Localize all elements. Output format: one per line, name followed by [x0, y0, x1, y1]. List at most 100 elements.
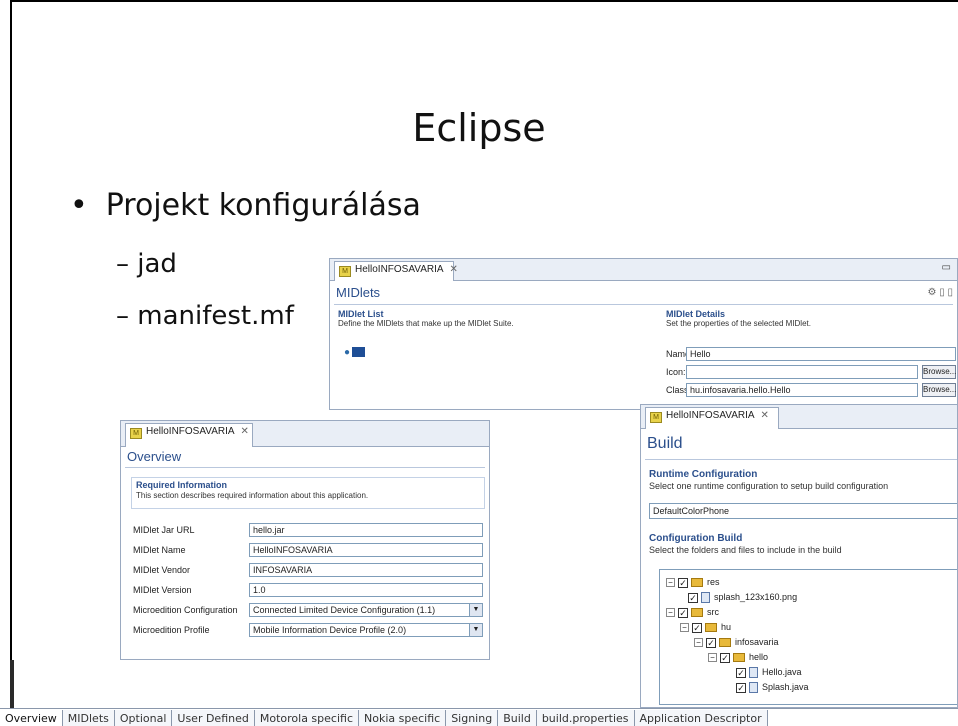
tree-item[interactable]: − ✓ infosavaria [694, 636, 779, 649]
tab-build[interactable]: Build [498, 710, 537, 726]
jad-file-icon: M [130, 428, 142, 439]
tree-item[interactable]: ✓ splash_123x160.png [688, 591, 797, 604]
tree-item-label: Splash.java [762, 682, 809, 692]
config-heading: Configuration Build [649, 533, 743, 544]
midlet-name-label: MIDlet Name [133, 545, 186, 555]
profile-value: Mobile Information Device Profile (2.0) [249, 623, 483, 637]
editor-tabbar: M HelloINFOSAVARIA ✕ [121, 421, 489, 447]
sub-item-manifest: – manifest.mf [116, 301, 294, 331]
tree-item[interactable]: − ✓ hu [680, 621, 731, 634]
checkbox-checked-icon[interactable]: ✓ [736, 667, 746, 678]
tab-label: HelloINFOSAVARIA [146, 426, 235, 437]
tab-optional[interactable]: Optional [114, 710, 173, 726]
slide-frame-top [10, 0, 958, 2]
collapse-icon[interactable]: − [666, 608, 675, 618]
collapse-icon[interactable]: − [680, 623, 689, 633]
tab-signing[interactable]: Signing [446, 710, 499, 726]
folder-icon [691, 608, 703, 618]
editor-tab[interactable]: M HelloINFOSAVARIA ✕ [645, 407, 779, 429]
sub-item-jad: – jad [116, 249, 177, 279]
page-title: MIDlets [336, 285, 381, 300]
slide-frame-left [10, 0, 12, 670]
jar-url-label: MIDlet Jar URL [133, 525, 195, 535]
tree-item[interactable]: ✓ Splash.java [736, 681, 809, 694]
checkbox-checked-icon[interactable]: ✓ [688, 592, 698, 603]
tree-item[interactable]: − ✓ hello [708, 651, 768, 664]
browse-class-button[interactable]: Browse... [922, 383, 956, 397]
checkbox-checked-icon[interactable]: ✓ [678, 577, 688, 588]
icon-label: Icon: [666, 367, 686, 377]
tree-item[interactable]: − ✓ res [666, 576, 720, 589]
minimize-icon[interactable]: ▭ [942, 262, 951, 273]
editor-tab[interactable]: M HelloINFOSAVARIA ✕ [334, 261, 458, 281]
runtime-select[interactable]: DefaultColorPhone [649, 503, 957, 519]
name-field[interactable]: Hello [686, 347, 956, 361]
overview-editor-panel: M HelloINFOSAVARIA ✕ Overview Required Inf… [120, 420, 490, 660]
tree-item-label: hu [721, 622, 732, 632]
icon-field[interactable] [686, 365, 918, 379]
midlet-details-heading: MIDlet Details [666, 309, 726, 319]
folder-icon [719, 638, 731, 648]
midlet-version-field[interactable]: 1.0 [249, 583, 483, 597]
tab-build-properties[interactable]: build.properties [536, 710, 635, 726]
editor-page-tabs: Overview MIDlets Optional User Defined Motor… [0, 708, 958, 726]
page-title: Build [647, 435, 683, 452]
runtime-heading: Runtime Configuration [649, 469, 758, 480]
editor-tabbar: M HelloINFOSAVARIA ✕ ▭ [330, 259, 957, 281]
midlet-vendor-field[interactable]: INFOSAVARIA [249, 563, 483, 577]
tab-label: HelloINFOSAVARIA [666, 410, 755, 421]
midlet-name-field[interactable]: HelloINFOSAVARIA [249, 543, 483, 557]
profile-select[interactable]: Mobile Information Device Profile (2.0) … [249, 623, 483, 637]
jad-file-icon: M [339, 266, 351, 277]
chevron-down-icon[interactable]: ▼ [469, 604, 482, 616]
checkbox-checked-icon[interactable]: ✓ [706, 637, 716, 648]
checkbox-checked-icon[interactable]: ✓ [692, 622, 702, 633]
midlet-details-description: Set the properties of the selected MIDle… [666, 319, 811, 328]
page-title: Overview [127, 449, 182, 464]
tab-user-defined[interactable]: User Defined [172, 710, 255, 726]
toolbar-icons[interactable]: ⚙ ▯ ▯ [927, 287, 953, 298]
title-separator [334, 304, 953, 305]
tree-item-label: Hello.java [762, 667, 802, 677]
jar-url-field[interactable]: hello.jar [249, 523, 483, 537]
midlet-list-description: Define the MIDlets that make up the MIDl… [338, 319, 514, 328]
midlet-icon[interactable]: ● [344, 347, 366, 358]
midlet-list-heading: MIDlet List [338, 309, 384, 319]
chevron-down-icon[interactable]: ▼ [469, 624, 482, 636]
checkbox-checked-icon[interactable]: ✓ [736, 682, 746, 693]
bullet-item: • Projekt konfigurálása [70, 188, 421, 223]
close-icon[interactable]: ✕ [761, 410, 769, 421]
tree-item-label: src [707, 607, 719, 617]
midlet-vendor-label: MIDlet Vendor [133, 565, 191, 575]
editor-tabbar: M HelloINFOSAVARIA ✕ [641, 405, 957, 429]
editor-tab[interactable]: M HelloINFOSAVARIA ✕ [125, 423, 253, 447]
tree-item[interactable]: − ✓ src [666, 606, 719, 619]
slide-title: Eclipse [412, 106, 546, 150]
configuration-select[interactable]: Connected Limited Device Configuration (… [249, 603, 483, 617]
tree-item[interactable]: ✓ Hello.java [736, 666, 802, 679]
build-editor-panel: M HelloINFOSAVARIA ✕ Build Runtime Configu… [640, 404, 958, 708]
build-file-tree: − ✓ res ✓ splash_123x160.png − ✓ src − ✓ hu − ✓ i… [659, 569, 957, 705]
collapse-icon[interactable]: − [694, 638, 703, 648]
tab-motorola-specific[interactable]: Motorola specific [254, 710, 359, 726]
title-separator [645, 459, 957, 460]
tab-nokia-specific[interactable]: Nokia specific [359, 710, 447, 726]
midlets-editor-panel: M HelloINFOSAVARIA ✕ ▭ MIDlets ⚙ ▯ ▯ MIDle… [329, 258, 958, 410]
tab-overview[interactable]: Overview [0, 710, 63, 726]
collapse-icon[interactable]: − [708, 653, 717, 663]
slide-frame-mark [10, 660, 14, 708]
checkbox-checked-icon[interactable]: ✓ [678, 607, 688, 618]
close-icon[interactable]: ✕ [450, 264, 458, 275]
tab-application-descriptor[interactable]: Application Descriptor [634, 710, 768, 726]
close-icon[interactable]: ✕ [241, 426, 249, 437]
image-file-icon [701, 592, 710, 604]
collapse-icon[interactable]: − [666, 578, 675, 588]
runtime-description: Select one runtime configuration to setu… [649, 481, 889, 491]
checkbox-checked-icon[interactable]: ✓ [720, 652, 730, 663]
jad-file-icon: M [650, 412, 662, 423]
bullet-text: Projekt konfigurálása [105, 188, 421, 223]
class-field[interactable]: hu.infosavaria.hello.Hello [686, 383, 918, 397]
tab-midlets[interactable]: MIDlets [62, 710, 115, 726]
tree-item-label: infosavaria [735, 637, 779, 647]
browse-icon-button[interactable]: Browse... [922, 365, 956, 379]
